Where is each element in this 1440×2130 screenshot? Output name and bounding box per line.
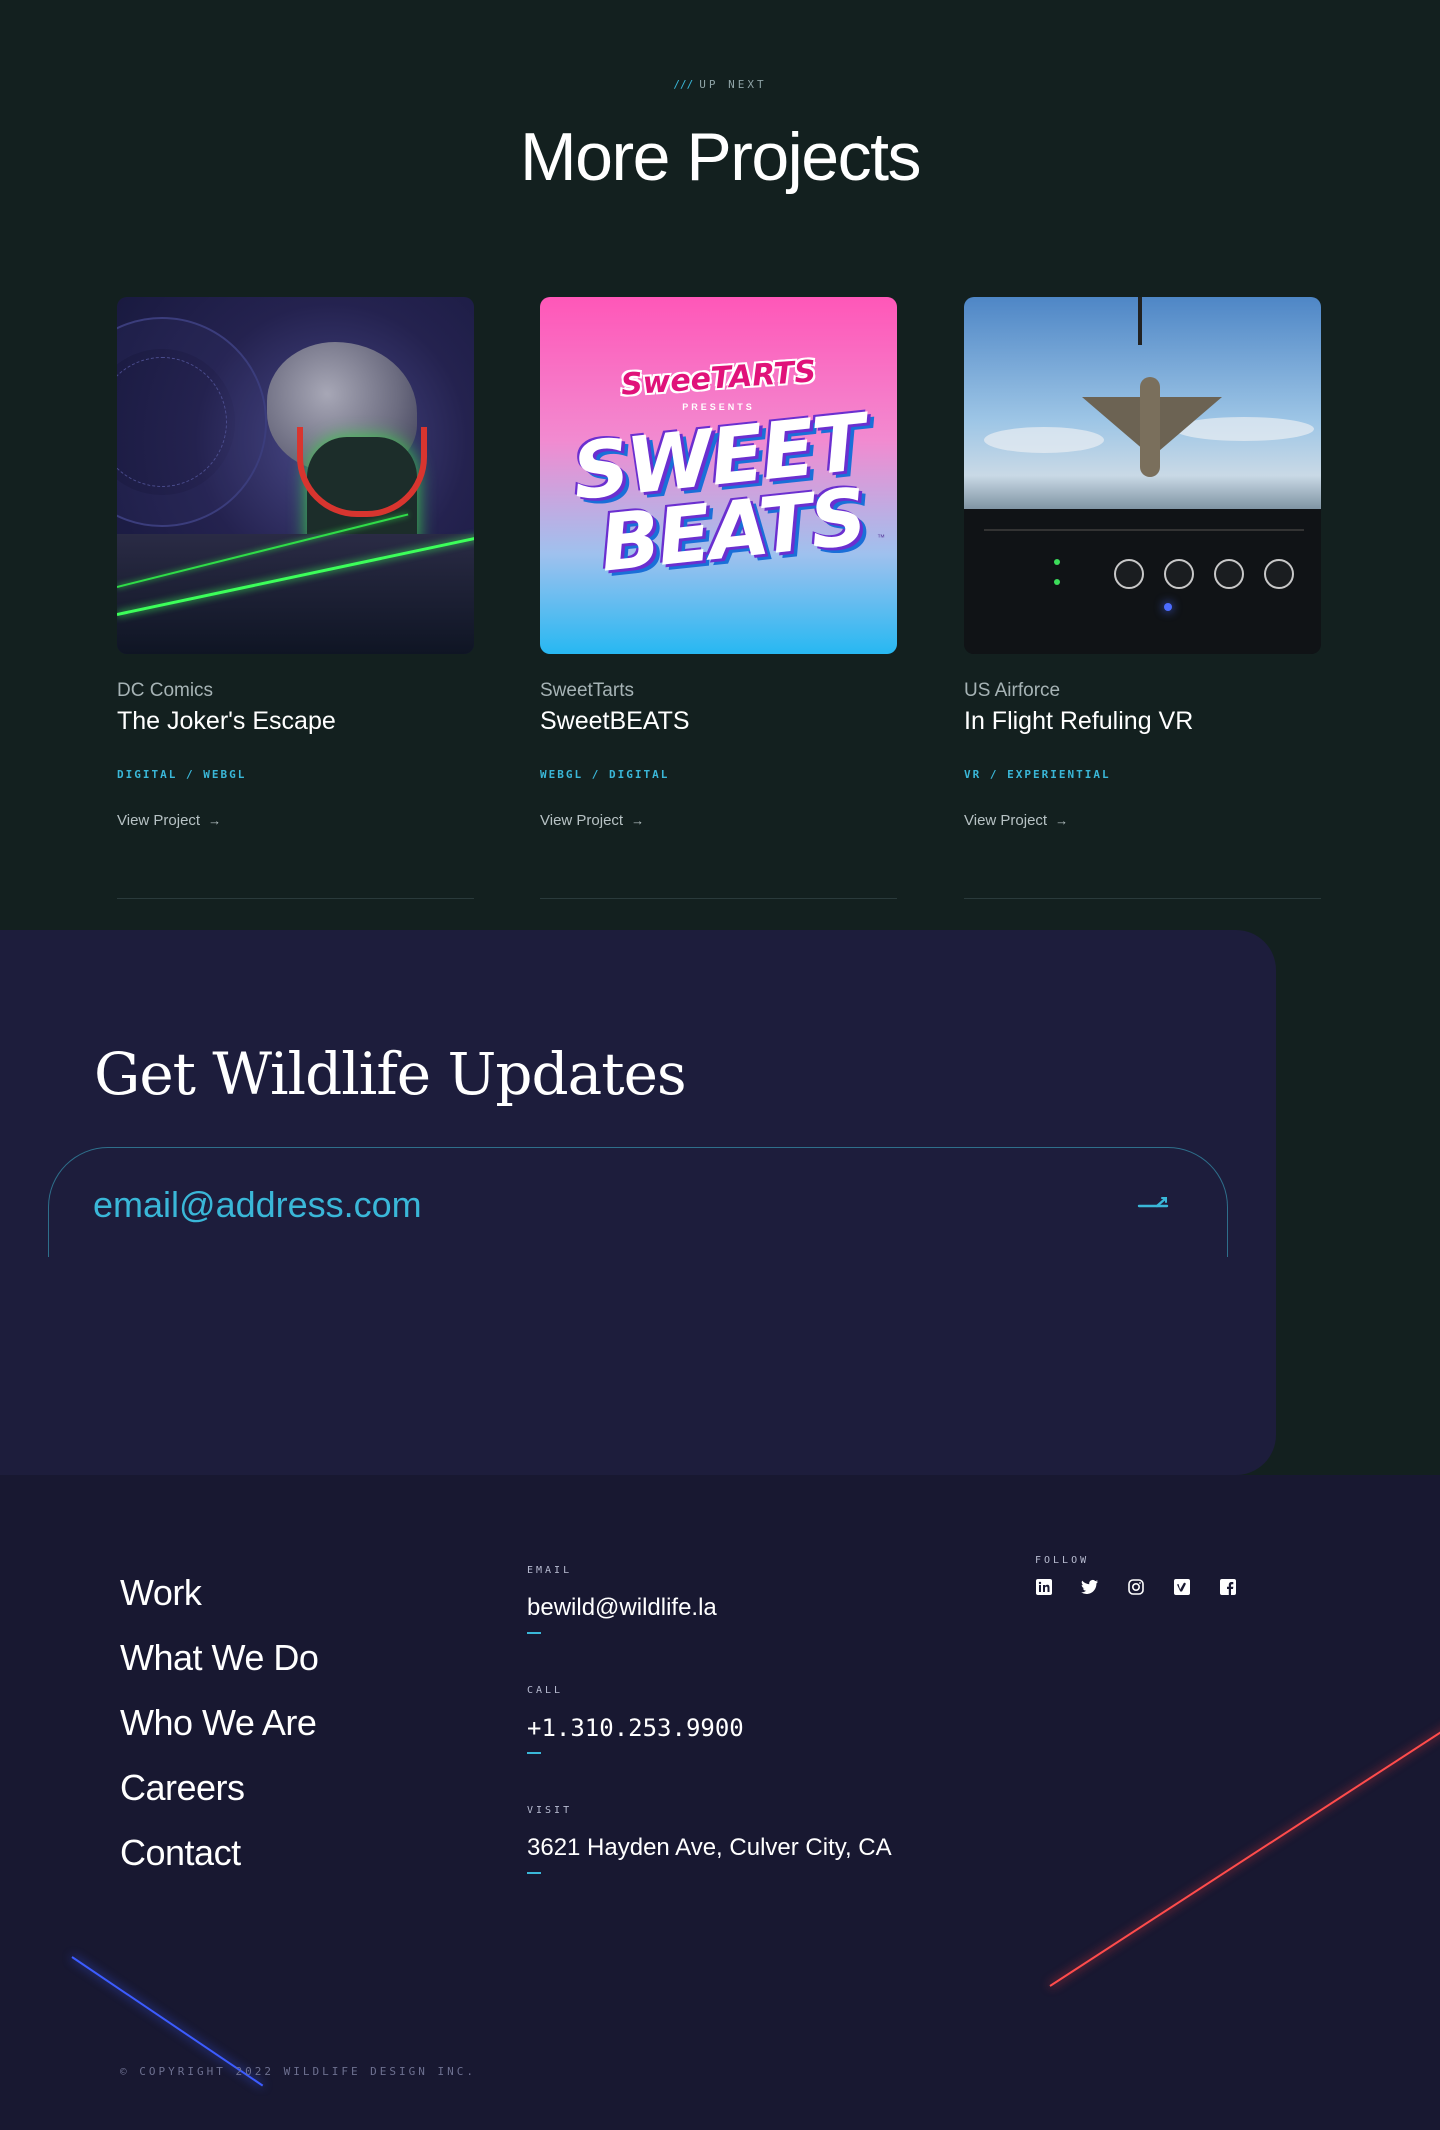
gauge-shape — [1214, 559, 1244, 589]
refuel-boom-shape — [1138, 297, 1142, 345]
footer-link-contact[interactable]: Contact — [120, 1820, 318, 1885]
twitter-icon[interactable] — [1081, 1578, 1099, 1596]
project-thumbnail[interactable] — [964, 297, 1321, 654]
vimeo-icon[interactable] — [1173, 1578, 1191, 1596]
follow-label: FOLLOW — [1035, 1555, 1090, 1566]
up-next-label: /// UP NEXT — [0, 78, 1440, 91]
view-project-link[interactable]: View Project → — [964, 812, 1068, 829]
view-project-label: View Project — [964, 812, 1048, 829]
project-thumbnail[interactable]: SweeTARTS PRESENTS SWEET BEATS ™ — [540, 297, 897, 654]
project-title[interactable]: In Flight Refuling VR — [964, 707, 1193, 736]
footer-link-who-we-are[interactable]: Who We Are — [120, 1690, 318, 1755]
project-client: US Airforce — [964, 680, 1061, 701]
project-tags: WEBGL / DIGITAL — [540, 768, 670, 781]
arrow-right-icon: → — [208, 813, 222, 828]
facebook-icon[interactable] — [1219, 1578, 1237, 1596]
submit-arrow-svg — [1137, 1197, 1169, 1208]
footer-follow: FOLLOW — [1035, 1555, 1237, 1596]
newsletter-title: Get Wildlife Updates — [94, 1040, 687, 1108]
divider — [964, 898, 1321, 899]
footer-link-careers[interactable]: Careers — [120, 1755, 318, 1820]
arrow-right-icon: → — [1055, 813, 1069, 828]
arrow-right-icon: → — [631, 813, 645, 828]
section-title: More Projects — [520, 119, 921, 195]
project-thumbnail[interactable] — [117, 297, 474, 654]
project-title[interactable]: SweetBEATS — [540, 707, 690, 736]
project-card-joker[interactable]: DC Comics The Joker's Escape DIGITAL / W… — [117, 297, 474, 900]
view-project-link[interactable]: View Project → — [540, 812, 644, 829]
dashboard-shape — [984, 529, 1304, 639]
project-card-sweetbeats[interactable]: SweeTARTS PRESENTS SWEET BEATS ™ SweetTa… — [540, 297, 897, 900]
project-client: SweetTarts — [540, 680, 634, 701]
view-project-link[interactable]: View Project → — [117, 812, 221, 829]
led-shape — [1054, 559, 1060, 565]
project-title[interactable]: The Joker's Escape — [117, 707, 336, 736]
footer-email: EMAIL bewild@wildlife.la — [527, 1565, 717, 1634]
project-tags: VR / EXPERIENTIAL — [964, 768, 1111, 781]
email-input[interactable] — [93, 1170, 1093, 1240]
divider — [117, 898, 474, 899]
address-link[interactable]: 3621 Hayden Ave, Culver City, CA — [527, 1834, 892, 1862]
gauge-shape — [1164, 559, 1194, 589]
accent-dash — [527, 1872, 541, 1874]
up-next-text: UP NEXT — [699, 78, 767, 91]
led-shape — [1054, 579, 1060, 585]
email-label: EMAIL — [527, 1565, 573, 1576]
blue-light-shape — [1164, 603, 1172, 611]
call-label: CALL — [527, 1685, 564, 1696]
slashes-icon: /// — [673, 78, 694, 91]
submit-arrow-icon[interactable] — [1134, 1188, 1174, 1218]
project-tags: DIGITAL / WEBGL — [117, 768, 247, 781]
linkedin-icon[interactable] — [1035, 1578, 1053, 1596]
phone-link[interactable]: +1.310.253.9900 — [527, 1714, 744, 1742]
trademark: ™ — [877, 533, 885, 542]
project-card-airforce[interactable]: US Airforce In Flight Refuling VR VR / E… — [964, 297, 1321, 900]
email-link[interactable]: bewild@wildlife.la — [527, 1594, 717, 1622]
copyright: © COPYRIGHT 2022 WILDLIFE DESIGN INC. — [120, 2065, 477, 2078]
visit-label: VISIT — [527, 1805, 573, 1816]
project-cards: DC Comics The Joker's Escape DIGITAL / W… — [117, 297, 1323, 900]
gauge-shape — [1114, 559, 1144, 589]
social-icons — [1035, 1578, 1237, 1596]
instagram-icon[interactable] — [1127, 1578, 1145, 1596]
jet-body-shape — [1140, 377, 1160, 477]
footer-visit: VISIT 3621 Hayden Ave, Culver City, CA — [527, 1805, 892, 1874]
gauge-shape — [1264, 559, 1294, 589]
divider — [540, 898, 897, 899]
footer-link-work[interactable]: Work — [120, 1560, 318, 1625]
accent-dash — [527, 1632, 541, 1634]
footer-link-what-we-do[interactable]: What We Do — [120, 1625, 319, 1690]
view-project-label: View Project — [540, 812, 624, 829]
footer-call: CALL +1.310.253.9900 — [527, 1685, 744, 1754]
accent-dash — [527, 1752, 541, 1754]
footer-nav: Work What We Do Who We Are Careers Conta… — [120, 1560, 319, 1885]
floor-shape — [117, 534, 474, 654]
project-client: DC Comics — [117, 680, 214, 701]
view-project-label: View Project — [117, 812, 201, 829]
